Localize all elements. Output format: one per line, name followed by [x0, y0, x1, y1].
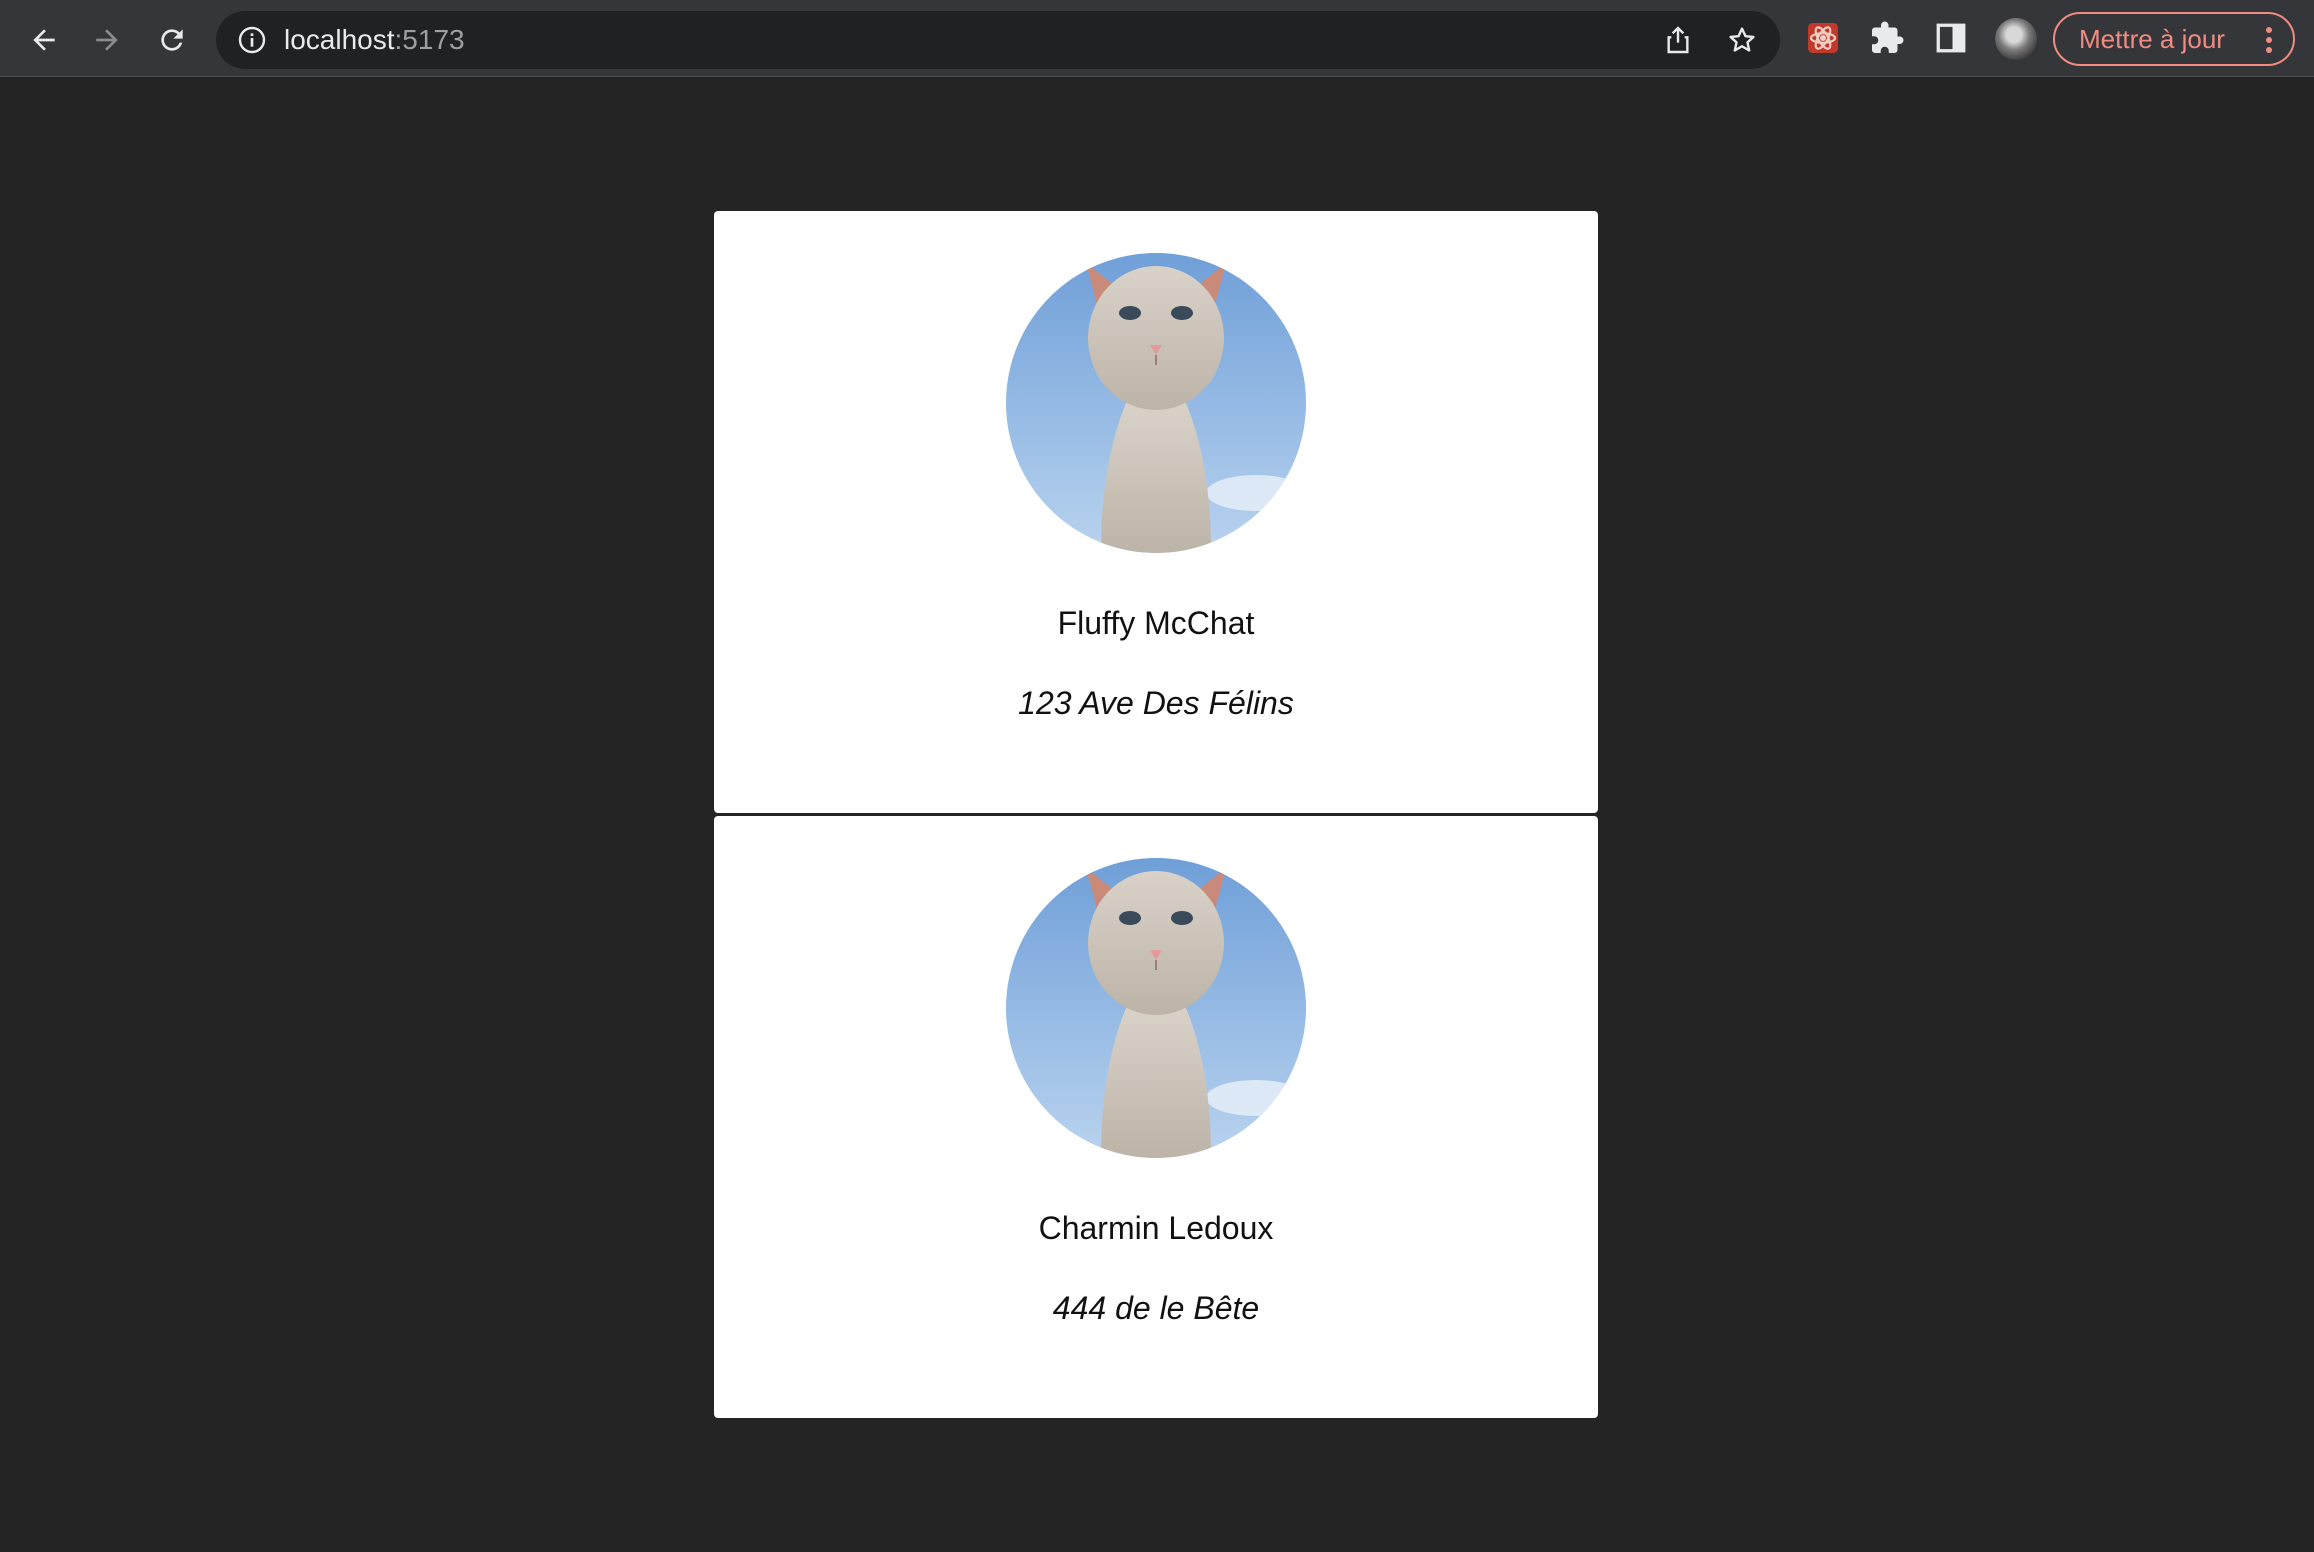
reload-icon [161, 29, 183, 51]
extension-icon[interactable] [1805, 20, 1841, 56]
cat-photo [1006, 858, 1306, 1158]
url-port: :5173 [394, 24, 465, 55]
back-button[interactable] [20, 16, 68, 64]
cat-address: 123 Ave Des Félins [1018, 685, 1294, 721]
profile-avatar[interactable] [1995, 18, 2037, 60]
url-host: localhost [284, 24, 395, 55]
cat-photo [1006, 253, 1306, 553]
browser-toolbar: localhost:5173 Mettre à jour [0, 0, 2314, 77]
update-button[interactable]: Mettre à jour [2053, 12, 2295, 66]
bookmark-star-icon[interactable] [1726, 24, 1758, 56]
side-panel-icon[interactable] [1933, 20, 1969, 56]
url-text[interactable]: localhost:5173 [284, 11, 465, 69]
info-icon[interactable] [236, 24, 268, 56]
cat-name: Fluffy McChat [1057, 605, 1255, 641]
share-icon[interactable] [1662, 24, 1694, 56]
address-bar[interactable]: localhost:5173 [216, 11, 1780, 69]
cat-address: 444 de le Bête [1052, 1290, 1260, 1326]
forward-icon [96, 29, 118, 51]
puzzle-icon[interactable] [1869, 20, 1905, 56]
update-button-label: Mettre à jour [2079, 23, 2225, 54]
profile-card: Charmin Ledoux 444 de le Bête [714, 816, 1598, 1418]
forward-button[interactable] [83, 16, 131, 64]
cat-name: Charmin Ledoux [1038, 1210, 1274, 1246]
profile-card: Fluffy McChat 123 Ave Des Félins [714, 211, 1598, 813]
back-icon [33, 29, 55, 51]
more-vert-icon[interactable] [2265, 26, 2273, 54]
reload-button[interactable] [148, 16, 196, 64]
